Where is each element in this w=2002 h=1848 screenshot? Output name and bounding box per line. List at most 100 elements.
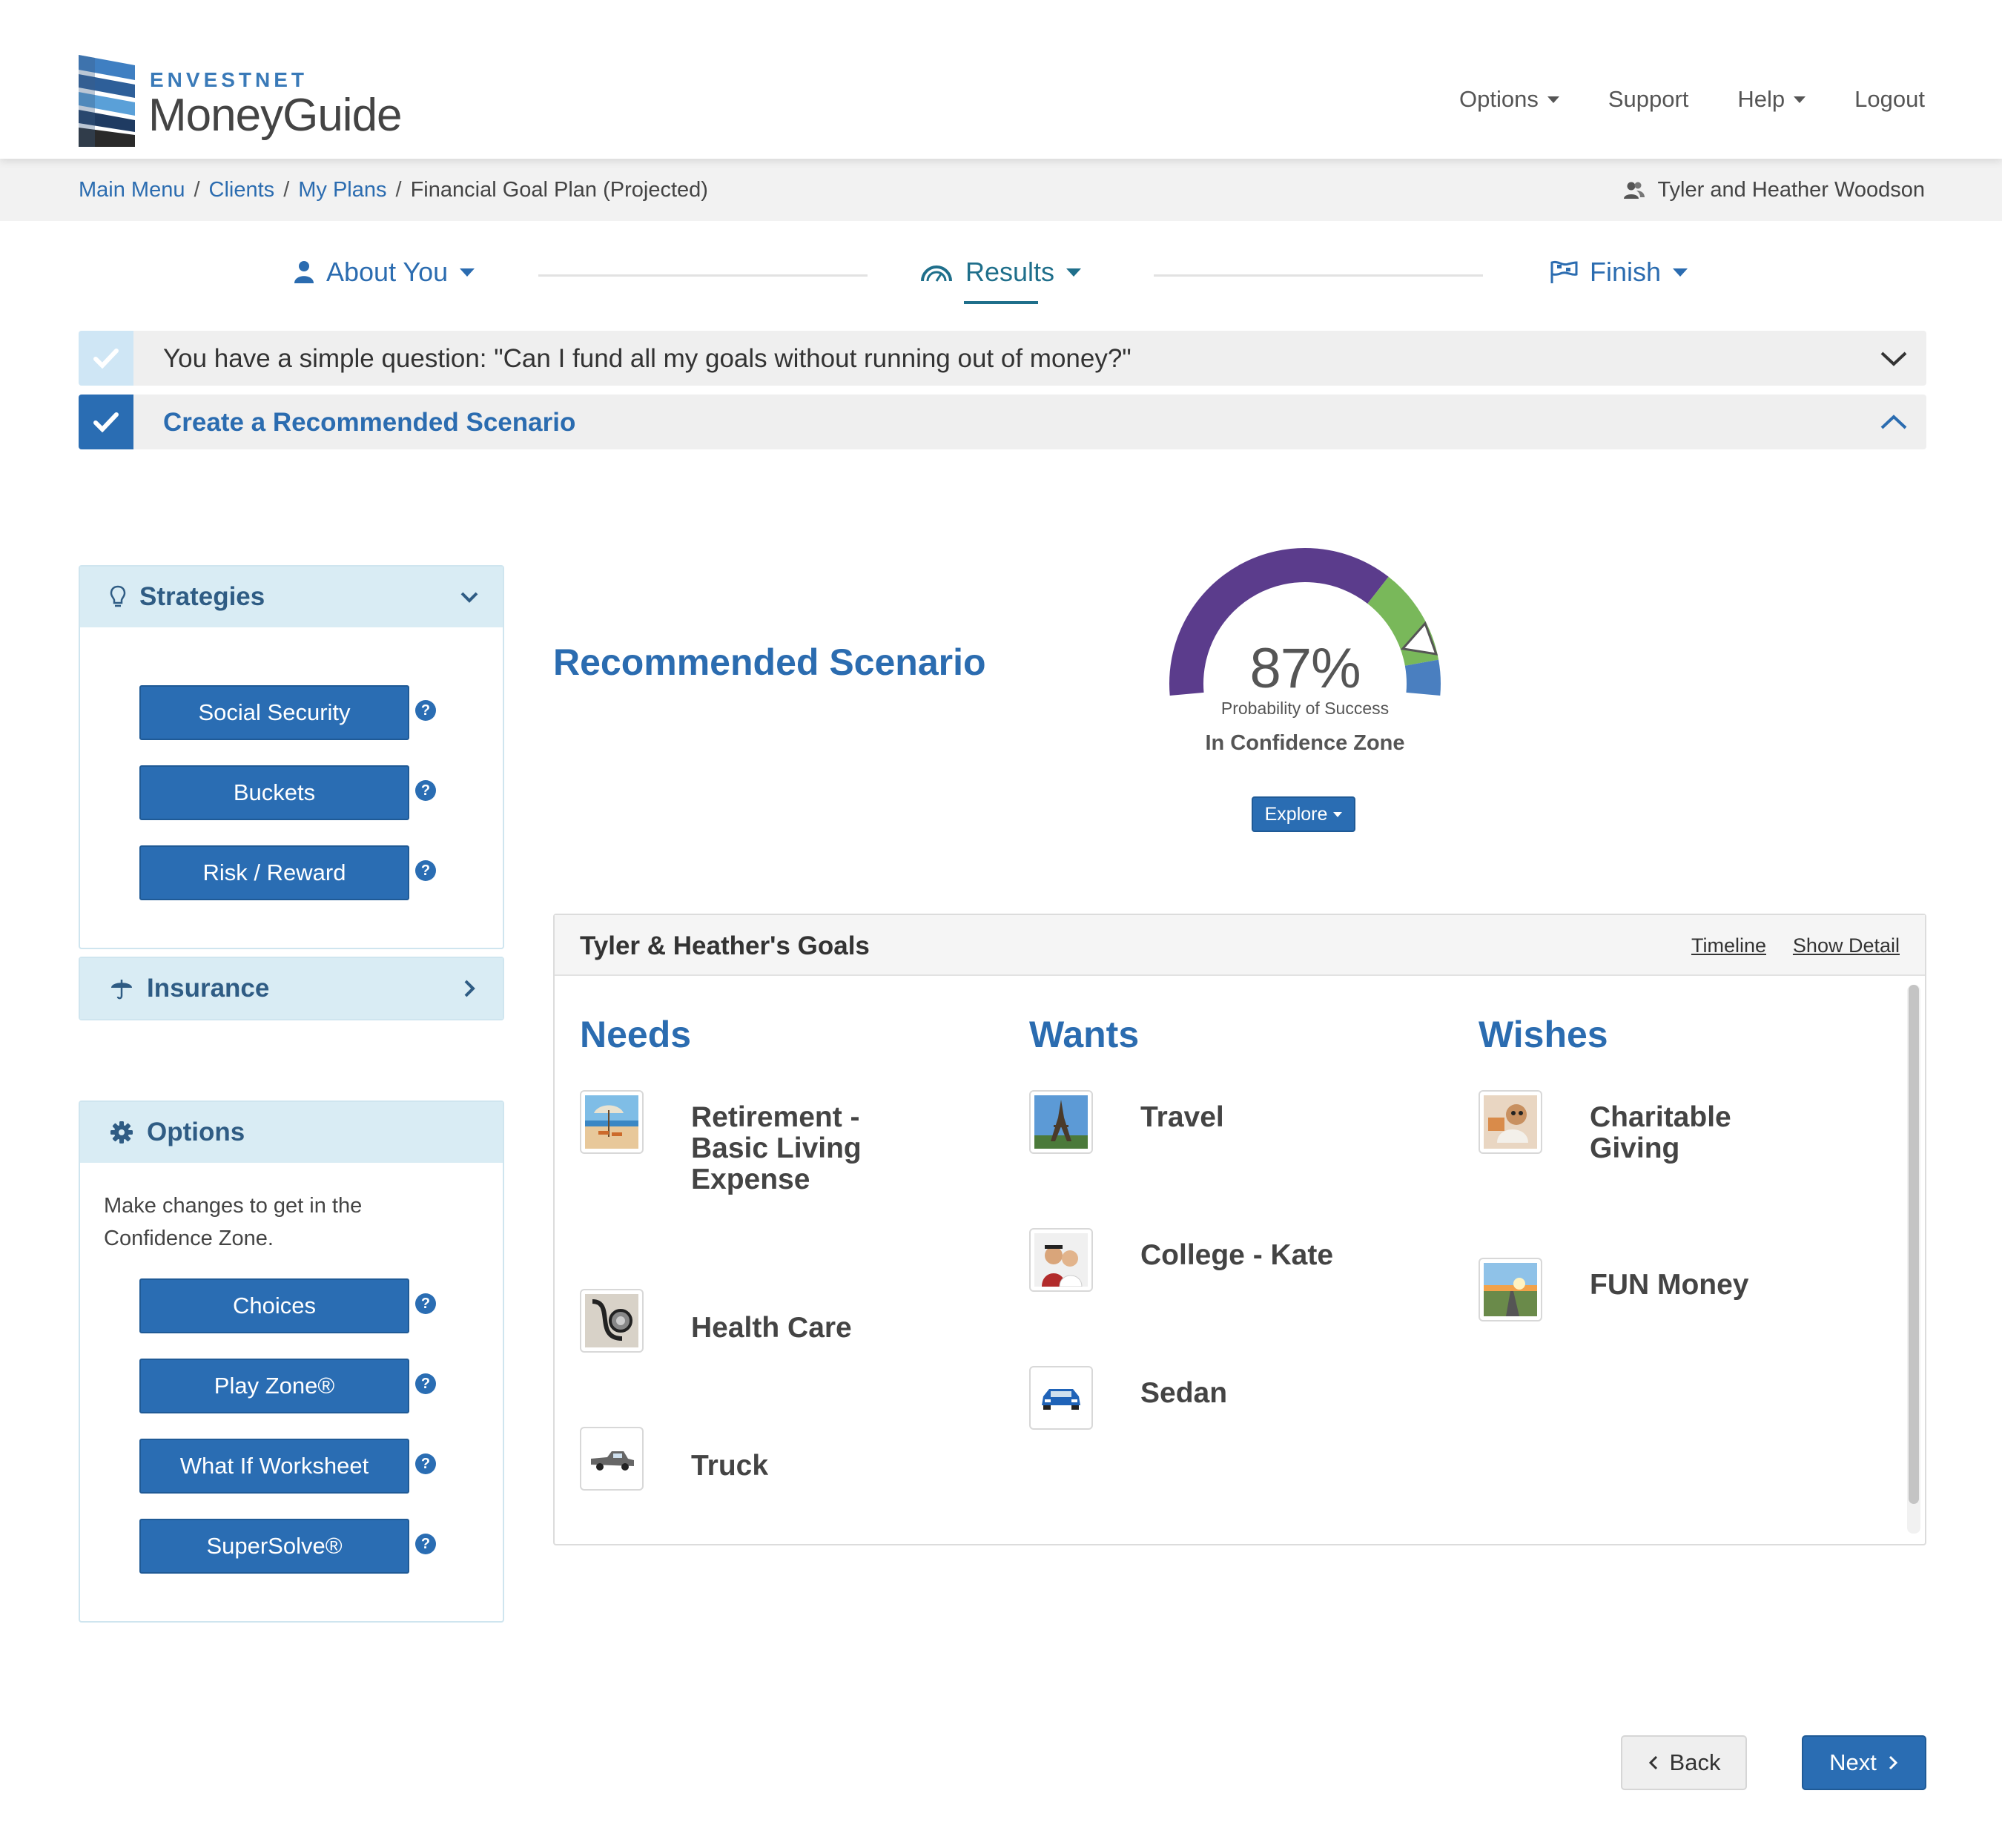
play-zone-button[interactable]: Play Zone® — [139, 1359, 409, 1413]
stethoscope-icon — [585, 1294, 638, 1347]
health-care-goal-thumbnail[interactable] — [580, 1289, 644, 1353]
gauge-icon — [921, 265, 952, 282]
graduate-icon — [1034, 1233, 1088, 1287]
risk-reward-button[interactable]: Risk / Reward — [139, 845, 409, 900]
nav-logout[interactable]: Logout — [1854, 86, 1925, 113]
help-icon[interactable]: ? — [415, 1373, 436, 1394]
step-about-you[interactable]: About You — [294, 257, 475, 288]
breadcrumb-separator: / — [283, 178, 290, 202]
step-navigation: About You Results Finish — [0, 222, 2002, 326]
active-step-indicator — [964, 301, 1038, 304]
social-security-button[interactable]: Social Security — [139, 685, 409, 740]
client-name-label: Tyler and Heather Woodson — [1657, 178, 1925, 202]
nav-support[interactable]: Support — [1608, 86, 1689, 113]
goal-fun-money[interactable]: FUN Money — [1590, 1270, 1827, 1301]
client-name[interactable]: Tyler and Heather Woodson — [1623, 178, 1925, 202]
strategies-header[interactable]: Strategies — [80, 567, 503, 627]
check-icon — [79, 331, 133, 386]
insurance-panel: Insurance — [79, 957, 504, 1020]
goals-card: Tyler & Heather's Goals Timeline Show De… — [553, 914, 1926, 1545]
accordion-question[interactable]: You have a simple question: "Can I fund … — [79, 331, 1926, 386]
flag-icon — [1550, 260, 1578, 283]
help-icon[interactable]: ? — [415, 780, 436, 801]
retirement-goal-thumbnail[interactable] — [580, 1090, 644, 1154]
supersolve-button[interactable]: SuperSolve® — [139, 1519, 409, 1574]
caret-down-icon — [1794, 96, 1806, 103]
buckets-button[interactable]: Buckets — [139, 765, 409, 820]
goal-retirement[interactable]: Retirement - Basic Living Expense — [691, 1102, 884, 1195]
breadcrumb-my-plans[interactable]: My Plans — [298, 178, 386, 202]
breadcrumb-separator: / — [395, 178, 402, 202]
goals-scrollbar-thumb[interactable] — [1909, 985, 1919, 1504]
chevron-right-icon — [1889, 1755, 1897, 1770]
help-icon[interactable]: ? — [415, 860, 436, 881]
users-icon — [1624, 182, 1645, 199]
sedan-goal-thumbnail[interactable] — [1029, 1366, 1093, 1430]
chevron-left-icon — [1648, 1755, 1657, 1770]
choices-button[interactable]: Choices — [139, 1278, 409, 1333]
help-icon[interactable]: ? — [415, 700, 436, 721]
travel-goal-thumbnail[interactable] — [1029, 1090, 1093, 1154]
brand-big: MoneyGuide — [148, 90, 403, 141]
insurance-header[interactable]: Insurance — [80, 958, 503, 1019]
goal-sedan[interactable]: Sedan — [1140, 1378, 1333, 1409]
dog-icon — [1484, 1095, 1537, 1149]
breadcrumb-bar: Main Menu / Clients / My Plans / Financi… — [0, 159, 2002, 221]
fun-money-goal-thumbnail[interactable] — [1479, 1258, 1542, 1321]
eiffel-tower-icon — [1034, 1095, 1088, 1149]
explore-button[interactable]: Explore — [1252, 796, 1355, 832]
options-title: Options — [147, 1118, 245, 1146]
what-if-worksheet-button[interactable]: What If Worksheet — [139, 1439, 409, 1494]
breadcrumb: Main Menu / Clients / My Plans / Financi… — [79, 178, 708, 202]
lightbulb-icon — [110, 585, 126, 607]
goal-college-kate[interactable]: College - Kate — [1140, 1240, 1378, 1271]
road-sunset-icon — [1484, 1263, 1537, 1316]
breadcrumb-main-menu[interactable]: Main Menu — [79, 178, 185, 202]
nav-options[interactable]: Options — [1459, 86, 1559, 113]
beach-umbrella-icon — [585, 1095, 638, 1149]
timeline-link[interactable]: Timeline — [1691, 934, 1766, 957]
breadcrumb-clients[interactable]: Clients — [209, 178, 275, 202]
envestnet-moneyguide-logo[interactable]: ENVESTNET MoneyGuide — [79, 55, 464, 148]
check-icon — [79, 395, 133, 449]
logo-mark-icon — [79, 55, 135, 147]
college-goal-thumbnail[interactable] — [1029, 1228, 1093, 1292]
accordion-question-text: You have a simple question: "Can I fund … — [163, 344, 1132, 373]
truck-icon — [585, 1432, 638, 1485]
scenario-title: Recommended Scenario — [553, 641, 986, 683]
chevron-down-icon — [460, 592, 478, 603]
wishes-title: Wishes — [1479, 1014, 1608, 1055]
charitable-goal-thumbnail[interactable] — [1479, 1090, 1542, 1154]
goal-truck[interactable]: Truck — [691, 1451, 884, 1482]
accordion-recommended-scenario[interactable]: Create a Recommended Scenario — [79, 395, 1926, 449]
help-icon[interactable]: ? — [415, 1293, 436, 1314]
goals-scrollbar[interactable] — [1907, 985, 1920, 1534]
wants-title: Wants — [1029, 1014, 1140, 1055]
next-button[interactable]: Next — [1802, 1735, 1926, 1790]
caret-down-icon — [1066, 268, 1082, 277]
app-header: ENVESTNET MoneyGuide Options Support Hel… — [0, 0, 2002, 159]
goals-title: Tyler & Heather's Goals — [580, 931, 870, 960]
show-detail-link[interactable]: Show Detail — [1793, 934, 1900, 957]
probability-value: 87% — [1249, 637, 1361, 700]
caret-down-icon — [1333, 811, 1343, 817]
breadcrumb-current: Financial Goal Plan (Projected) — [410, 178, 708, 202]
back-button[interactable]: Back — [1621, 1735, 1747, 1790]
goal-charitable-giving[interactable]: Charitable Giving — [1590, 1102, 1827, 1164]
help-icon[interactable]: ? — [415, 1453, 436, 1474]
goals-header: Tyler & Heather's Goals Timeline Show De… — [555, 915, 1925, 976]
back-label: Back — [1669, 1749, 1721, 1775]
step-results[interactable]: Results — [919, 257, 1082, 288]
goal-health-care[interactable]: Health Care — [691, 1313, 884, 1344]
step-results-label: Results — [965, 257, 1055, 287]
nav-support-label: Support — [1608, 86, 1689, 112]
nav-help[interactable]: Help — [1737, 86, 1806, 113]
insurance-title: Insurance — [147, 974, 270, 1003]
options-header[interactable]: Options — [80, 1102, 503, 1163]
goal-travel[interactable]: Travel — [1140, 1102, 1333, 1133]
umbrella-icon — [111, 980, 132, 1000]
step-connector — [1154, 274, 1483, 277]
truck-goal-thumbnail[interactable] — [580, 1427, 644, 1491]
step-finish[interactable]: Finish — [1550, 257, 1688, 288]
help-icon[interactable]: ? — [415, 1534, 436, 1554]
